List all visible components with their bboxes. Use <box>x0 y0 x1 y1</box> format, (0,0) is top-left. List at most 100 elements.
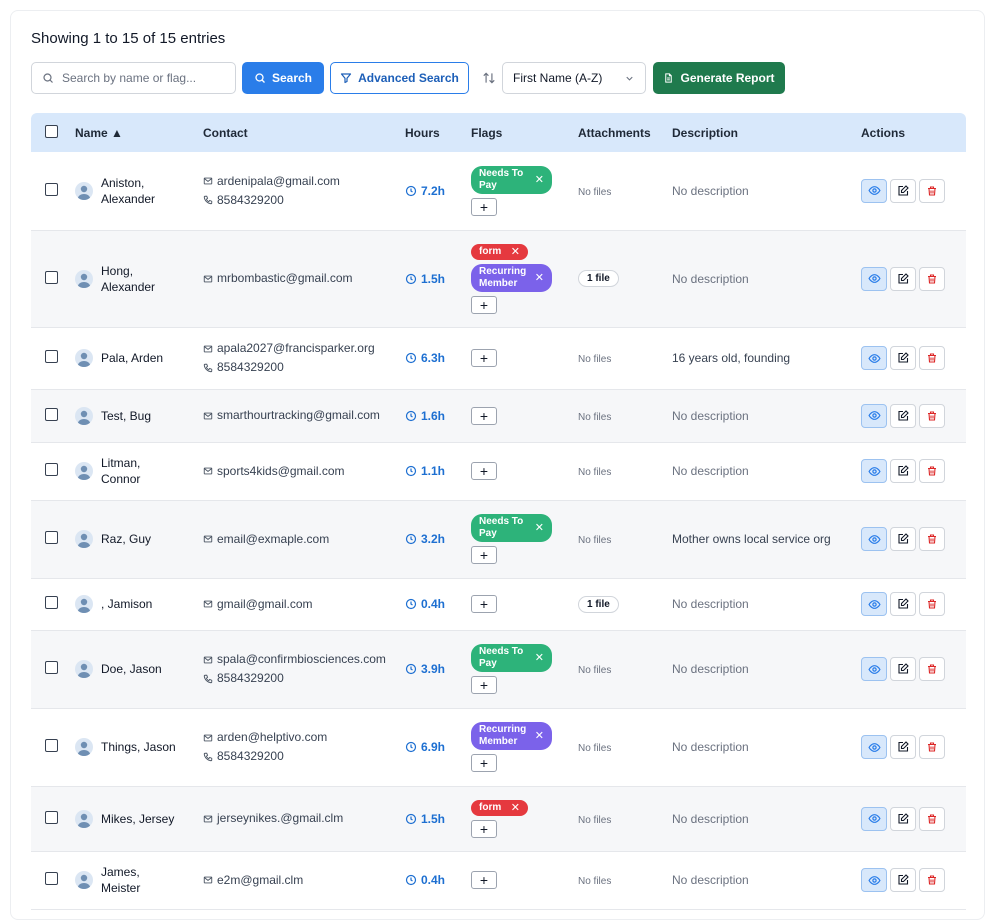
add-flag-button[interactable]: + <box>471 295 497 314</box>
hours-value: 0.4h <box>405 597 471 611</box>
clock-icon <box>405 273 417 284</box>
row-checkbox[interactable] <box>45 739 58 752</box>
view-button[interactable] <box>861 266 887 291</box>
row-checkbox[interactable] <box>45 463 58 476</box>
remove-flag-icon[interactable]: ✕ <box>535 652 544 664</box>
add-flag-button[interactable]: + <box>471 871 497 889</box>
row-checkbox[interactable] <box>45 531 58 544</box>
sort-select[interactable]: First Name (A-Z) <box>502 62 646 94</box>
row-checkbox[interactable] <box>45 270 58 284</box>
add-flag-button[interactable]: + <box>471 676 497 694</box>
table-row[interactable]: Hong, Alexander mrbombastic@gmail.com 1.5… <box>31 230 966 327</box>
table-row[interactable]: Aniston, Alexander ardenipala@gmail.com 8… <box>31 152 966 230</box>
view-button[interactable] <box>861 592 887 616</box>
search-input[interactable] <box>62 71 222 85</box>
table-row[interactable]: Things, Jason arden@helptivo.com 8584329… <box>31 708 966 786</box>
delete-button[interactable] <box>919 868 945 892</box>
edit-button[interactable] <box>890 178 916 203</box>
view-button[interactable] <box>861 178 887 203</box>
delete-button[interactable] <box>919 346 945 370</box>
edit-button[interactable] <box>890 657 916 681</box>
attachments-badge[interactable]: 1 file <box>578 595 619 613</box>
edit-button[interactable] <box>890 868 916 892</box>
row-checkbox[interactable] <box>45 661 58 674</box>
avatar <box>75 530 93 548</box>
table-row[interactable]: James, Meister e2m@gmail.clm 0.4h + No fi… <box>31 851 966 909</box>
row-actions <box>861 403 966 428</box>
generate-report-label: Generate Report <box>680 71 775 85</box>
edit-button[interactable] <box>890 346 916 370</box>
delete-button[interactable] <box>919 592 945 616</box>
row-checkbox[interactable] <box>45 350 58 363</box>
view-button[interactable] <box>861 403 887 428</box>
email-text: apala2027@francisparker.org <box>217 341 375 355</box>
edit-button[interactable] <box>890 592 916 616</box>
edit-button[interactable] <box>890 266 916 291</box>
table-row[interactable]: Doe, Jason spala@confirmbiosciences.com … <box>31 630 966 708</box>
remove-flag-icon[interactable]: ✕ <box>535 522 544 534</box>
eye-icon <box>867 599 881 609</box>
table-row[interactable]: Test, Bug smarthourtracking@gmail.com 1.… <box>31 389 966 442</box>
phone-text: 8584329200 <box>217 671 284 685</box>
view-button[interactable] <box>861 868 887 892</box>
search-button[interactable]: Search <box>242 62 324 94</box>
delete-button[interactable] <box>919 178 945 203</box>
add-flag-button[interactable]: + <box>471 406 497 425</box>
select-all-checkbox[interactable] <box>45 124 58 138</box>
table-row[interactable]: Raz, Guy email@exmaple.com 3.2h Needs To… <box>31 500 966 578</box>
view-button[interactable] <box>861 735 887 759</box>
row-actions <box>861 592 966 616</box>
edit-button[interactable] <box>890 459 916 483</box>
attachments-badge[interactable]: 1 file <box>578 270 619 287</box>
view-button[interactable] <box>861 806 887 831</box>
sort-direction-icon[interactable] <box>482 71 496 85</box>
add-flag-button[interactable]: + <box>471 819 497 838</box>
add-flag-button[interactable]: + <box>471 546 497 564</box>
clock-icon <box>405 598 417 610</box>
entries-summary: Showing 1 to 15 of 15 entries <box>31 30 226 47</box>
table-row[interactable]: Pala, Arden apala2027@francisparker.org … <box>31 327 966 389</box>
edit-button[interactable] <box>890 403 916 428</box>
generate-report-button[interactable]: Generate Report <box>653 62 785 94</box>
delete-button[interactable] <box>919 266 945 291</box>
student-name: Pala, Arden <box>101 350 163 366</box>
table-row[interactable]: Mikes, Jersey jerseynikes.@gmail.clm 1.5… <box>31 786 966 851</box>
column-header-name[interactable]: Name ▲ <box>75 113 203 152</box>
view-button[interactable] <box>861 346 887 370</box>
remove-flag-icon[interactable]: ✕ <box>511 246 520 258</box>
add-flag-button[interactable]: + <box>471 462 497 480</box>
remove-flag-icon[interactable]: ✕ <box>535 730 544 742</box>
name-cell: , Jamison <box>75 595 203 613</box>
view-button[interactable] <box>861 527 887 551</box>
view-button[interactable] <box>861 657 887 681</box>
search-box[interactable] <box>31 62 236 94</box>
view-button[interactable] <box>861 459 887 483</box>
add-flag-button[interactable]: + <box>471 349 497 367</box>
row-checkbox[interactable] <box>45 872 58 885</box>
row-checkbox[interactable] <box>45 407 58 421</box>
row-checkbox[interactable] <box>45 810 58 824</box>
edit-icon <box>898 409 909 421</box>
add-flag-button[interactable]: + <box>471 754 497 772</box>
delete-button[interactable] <box>919 403 945 428</box>
delete-button[interactable] <box>919 806 945 831</box>
remove-flag-icon[interactable]: ✕ <box>535 174 544 186</box>
remove-flag-icon[interactable]: ✕ <box>511 802 520 814</box>
table-row[interactable]: Litman, Connor sports4kids@gmail.com 1.1h… <box>31 442 966 500</box>
delete-button[interactable] <box>919 657 945 681</box>
advanced-search-button[interactable]: Advanced Search <box>330 62 469 94</box>
edit-button[interactable] <box>890 527 916 551</box>
delete-button[interactable] <box>919 459 945 483</box>
edit-button[interactable] <box>890 735 916 759</box>
table-row[interactable]: , Jamison gmail@gmail.com 0.4h + 1 file … <box>31 578 966 630</box>
row-checkbox[interactable] <box>45 596 58 609</box>
add-flag-button[interactable]: + <box>471 197 497 216</box>
row-checkbox[interactable] <box>45 182 58 196</box>
avatar <box>75 349 93 367</box>
delete-button[interactable] <box>919 735 945 759</box>
remove-flag-icon[interactable]: ✕ <box>535 272 544 284</box>
delete-button[interactable] <box>919 527 945 551</box>
edit-icon <box>898 465 909 476</box>
add-flag-button[interactable]: + <box>471 595 497 613</box>
edit-button[interactable] <box>890 806 916 831</box>
